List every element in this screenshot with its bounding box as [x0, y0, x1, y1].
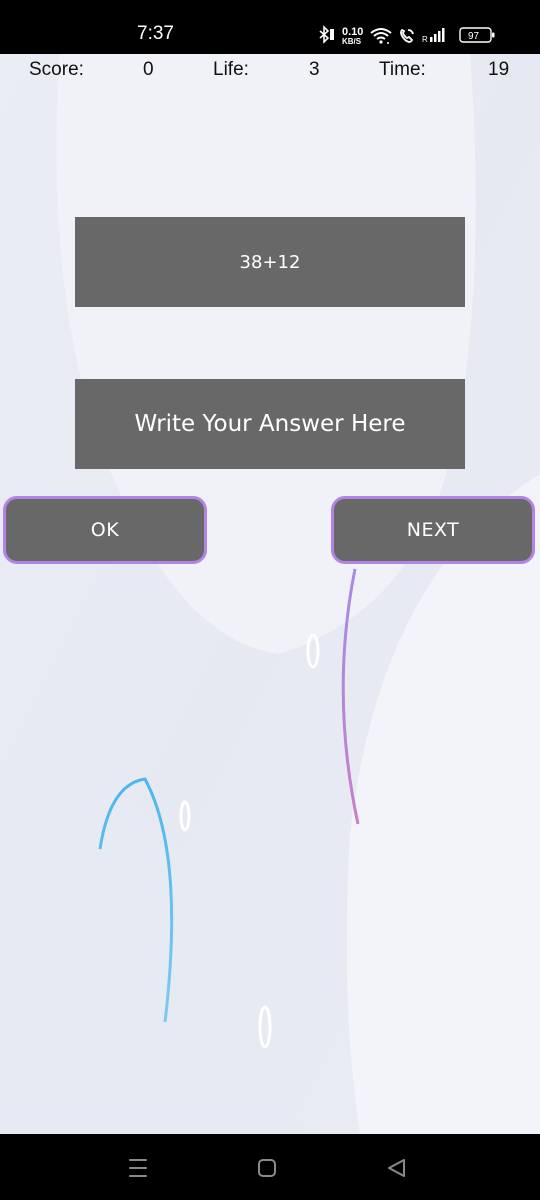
question-text: 38+12 [239, 251, 301, 273]
hud: Score: 0 Life: 3 Time: 19 [0, 57, 540, 83]
bluetooth-icon [319, 25, 330, 44]
background-art [0, 54, 540, 1134]
answer-input[interactable] [75, 378, 465, 470]
signal-icon: R [422, 28, 445, 44]
wifi-icon [370, 28, 392, 40]
time-label: Time: [379, 59, 426, 80]
bluetooth-battery-icon [330, 29, 334, 40]
ok-button[interactable]: OK [3, 496, 207, 564]
ok-button-label: OK [90, 519, 120, 541]
back-icon[interactable] [382, 1154, 410, 1182]
wifi-call-icon [400, 28, 414, 43]
battery-icon: 97 [459, 27, 495, 43]
status-time: 7:37 [137, 23, 174, 44]
answer-field[interactable] [75, 378, 465, 470]
status-bar: 7:37 0.10 KB/S R 97 [0, 0, 540, 54]
next-button-label: NEXT [406, 519, 460, 541]
battery-level: 97 [468, 31, 480, 42]
life-value: 3 [309, 59, 320, 80]
next-button[interactable]: NEXT [331, 496, 535, 564]
nav-bar [0, 1134, 540, 1200]
svg-text:R: R [422, 35, 428, 44]
network-speed-unit: KB/S [342, 37, 362, 46]
score-label: Score: [29, 59, 84, 80]
status-icons: 0.10 KB/S R 97 [318, 24, 498, 46]
score-value: 0 [143, 59, 154, 80]
menu-icon[interactable] [124, 1154, 152, 1182]
home-icon[interactable] [253, 1154, 281, 1182]
time-value: 19 [488, 59, 510, 80]
question-box: 38+12 [75, 217, 465, 307]
life-label: Life: [213, 59, 249, 80]
